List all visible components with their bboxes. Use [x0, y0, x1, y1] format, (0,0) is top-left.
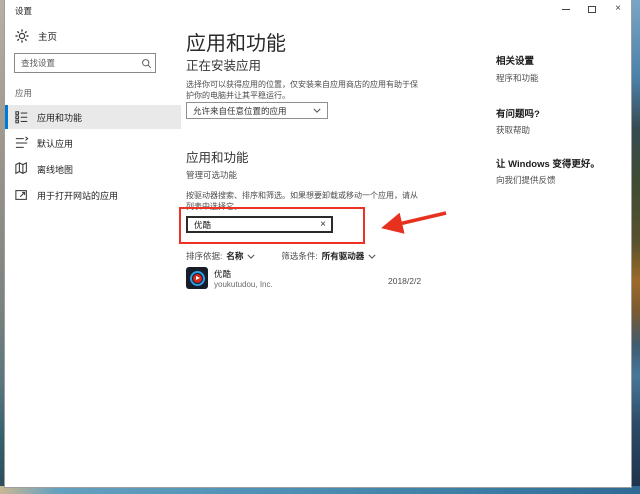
- close-button[interactable]: ×: [605, 0, 631, 18]
- sidebar-item-apps-features[interactable]: 应用和功能: [5, 105, 181, 129]
- filter-by-value[interactable]: 所有驱动器: [322, 250, 365, 262]
- app-install-date: 2018/2/2: [388, 276, 421, 286]
- sidebar-item-offline-maps[interactable]: 离线地图: [5, 157, 181, 181]
- selected-accent-bar: [5, 105, 8, 129]
- app-filter-search-box: ×: [186, 216, 333, 233]
- sidebar-section-label: 应用: [15, 87, 32, 99]
- sidebar-item-label: 应用和功能: [37, 111, 82, 124]
- sidebar-item-apps-for-websites[interactable]: 用于打开网站的应用: [5, 183, 181, 207]
- sort-filter-row: 排序依据: 名称 筛选条件: 所有驱动器: [186, 250, 376, 262]
- page-title: 应用和功能: [186, 27, 286, 56]
- default-apps-icon: [15, 136, 29, 150]
- sort-by-value[interactable]: 名称: [226, 250, 243, 262]
- app-sources-dropdown[interactable]: 允许来自任意位置的应用: [186, 102, 328, 119]
- desktop-wallpaper-right: [632, 0, 640, 494]
- desktop: 设置 × 主页: [0, 0, 640, 494]
- home-label: 主页: [38, 29, 57, 43]
- settings-search-box: [14, 53, 156, 73]
- maximize-icon: [588, 6, 596, 13]
- app-name: 优酷: [214, 268, 231, 280]
- chevron-down-icon: [313, 108, 321, 113]
- caption-buttons: ×: [553, 0, 631, 18]
- settings-search-input[interactable]: [15, 58, 137, 68]
- minimize-button[interactable]: [553, 0, 579, 18]
- have-question-heading: 有问题吗?: [496, 106, 540, 120]
- dropdown-selected-value: 允许来自任意位置的应用: [193, 105, 287, 117]
- manage-optional-features-link[interactable]: 管理可选功能: [186, 169, 237, 181]
- maximize-button[interactable]: [579, 0, 605, 18]
- sidebar-item-label: 离线地图: [37, 163, 73, 176]
- annotation-arrow-icon: [374, 208, 450, 235]
- apps-features-icon: [15, 110, 29, 124]
- get-help-link[interactable]: 获取帮助: [496, 124, 530, 136]
- apps-for-websites-icon: [15, 188, 29, 202]
- search-icon: [141, 58, 152, 69]
- youku-app-icon: [186, 267, 208, 289]
- close-icon: ×: [615, 4, 621, 14]
- sidebar-item-home[interactable]: 主页: [15, 29, 57, 43]
- programs-and-features-link[interactable]: 程序和功能: [496, 72, 539, 84]
- app-list-item-youku[interactable]: 优酷 youkutudou, Inc. 2018/2/2: [186, 266, 446, 292]
- settings-window: 设置 × 主页: [4, 0, 632, 488]
- sidebar-item-default-apps[interactable]: 默认应用: [5, 131, 181, 155]
- search-submit-button[interactable]: [137, 54, 155, 72]
- installing-apps-heading: 正在安装应用: [186, 55, 261, 74]
- window-title: 设置: [15, 5, 32, 17]
- apps-features-heading: 应用和功能: [186, 147, 249, 166]
- sort-by-label: 排序依据:: [186, 250, 222, 262]
- gear-icon: [15, 29, 29, 43]
- app-filter-search-input[interactable]: [188, 220, 315, 230]
- chevron-down-icon[interactable]: [368, 254, 376, 259]
- sidebar-item-label: 默认应用: [37, 137, 73, 150]
- filter-by-label: 筛选条件:: [281, 250, 317, 262]
- make-windows-better-heading: 让 Windows 变得更好。: [496, 156, 600, 170]
- offline-maps-icon: [15, 162, 29, 176]
- chevron-down-icon[interactable]: [247, 254, 255, 259]
- give-feedback-link[interactable]: 向我们提供反馈: [496, 174, 556, 186]
- titlebar: 设置 ×: [5, 0, 631, 28]
- related-settings-heading: 相关设置: [496, 53, 534, 67]
- sidebar-item-label: 用于打开网站的应用: [37, 189, 118, 202]
- minimize-icon: [562, 9, 570, 10]
- app-publisher: youkutudou, Inc.: [214, 280, 273, 289]
- installing-apps-description: 选择你可以获得应用的位置，仅安装来自应用商店的应用有助于保护你的电脑并让其平稳运…: [186, 79, 422, 101]
- clear-search-icon[interactable]: ×: [315, 219, 331, 230]
